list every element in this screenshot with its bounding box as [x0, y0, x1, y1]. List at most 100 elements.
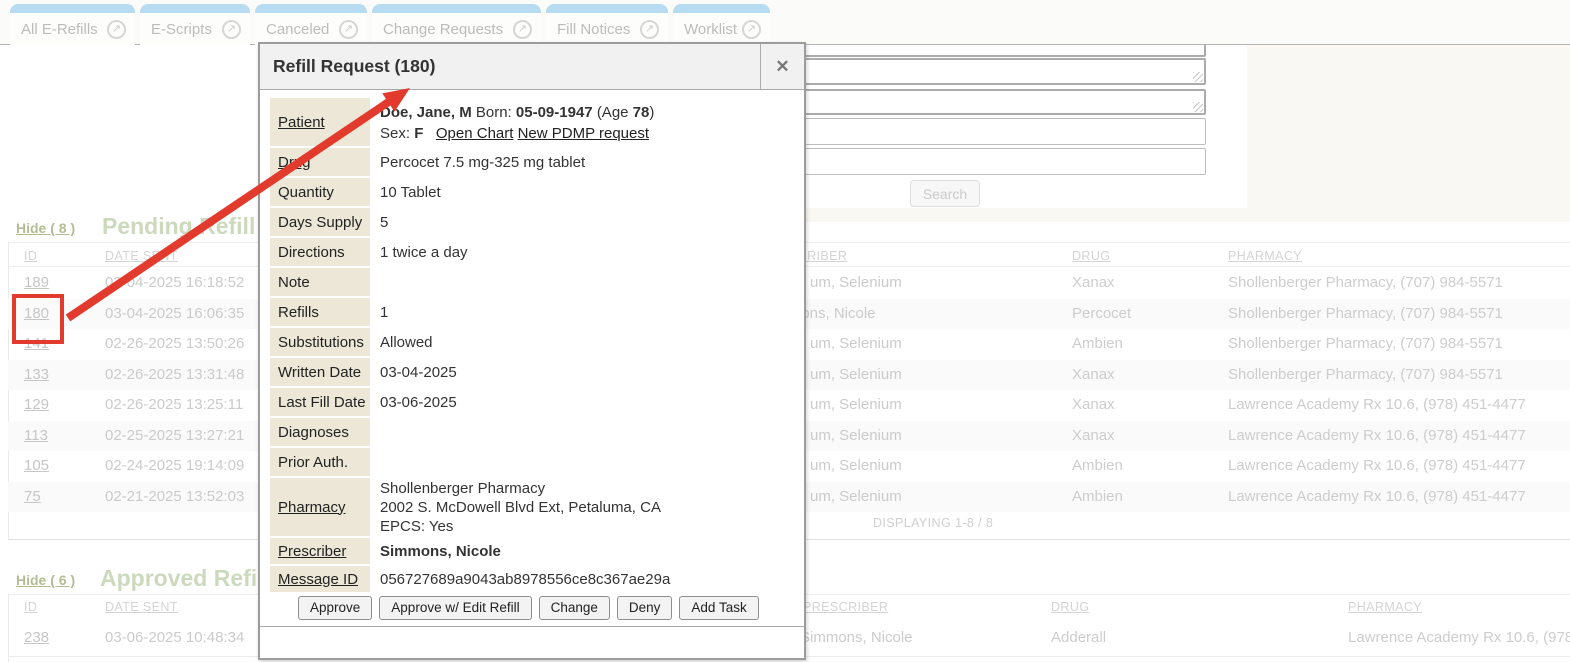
prescriber-cell: um, Selenium: [810, 421, 902, 451]
deny-button[interactable]: Deny: [617, 596, 673, 620]
col-header-id[interactable]: ID: [24, 249, 37, 263]
refill-id-link[interactable]: 189: [24, 268, 49, 298]
drug-cell: Xanax: [1072, 390, 1115, 420]
message-id-label-link[interactable]: Message ID: [270, 566, 370, 592]
open-in-new-icon[interactable]: ↗: [513, 20, 532, 39]
new-pdmp-request-link[interactable]: New PDMP request: [518, 125, 649, 142]
prior-auth-value: [370, 448, 794, 476]
date-sent-cell: 02-25-2025 13:27:21: [105, 421, 244, 451]
prescriber-cell: um, Selenium: [810, 390, 902, 420]
date-sent-cell: 02-26-2025 13:50:26: [105, 329, 244, 359]
drug-cell: Ambien: [1072, 482, 1123, 512]
pharmacy-label-link[interactable]: Pharmacy: [270, 478, 370, 536]
drug-label[interactable]: Drug: [270, 148, 370, 176]
col-header-date-sent[interactable]: DATE SENT: [105, 249, 178, 263]
refill-id-link[interactable]: 129: [24, 390, 49, 420]
modal-body: Patient Doe, Jane, M Born: 05-09-1947 (A…: [260, 90, 804, 626]
prior-auth-label: Prior Auth.: [270, 448, 370, 476]
tab-accent-bar: [10, 4, 135, 13]
refills-value: 1: [370, 298, 794, 326]
refill-id-link[interactable]: 105: [24, 451, 49, 481]
open-in-new-icon[interactable]: ↗: [640, 20, 659, 39]
last-fill-date-row: Last Fill Date03-06-2025: [270, 388, 794, 416]
note-value: [370, 268, 794, 296]
tab-e-scripts[interactable]: E-Scripts↗: [140, 4, 250, 45]
tab-fill-notices[interactable]: Fill Notices↗: [546, 4, 668, 45]
diagnoses-row: Diagnoses: [270, 418, 794, 446]
resize-grip-icon: [1193, 72, 1203, 82]
add-task-button[interactable]: Add Task: [679, 596, 758, 620]
refill-id-link[interactable]: 113: [24, 421, 48, 451]
drug-cell: Ambien: [1072, 329, 1123, 359]
substitutions-row: SubstitutionsAllowed: [270, 328, 794, 356]
change-button[interactable]: Change: [539, 596, 610, 620]
prescriber-cell: Simmons, Nicole: [800, 620, 913, 656]
refills-row: Refills1: [270, 298, 794, 326]
last-fill-date-label: Last Fill Date: [270, 388, 370, 416]
directions-row: Directions1 twice a day: [270, 238, 794, 266]
date-sent-cell: 03-06-2025 10:48:34: [105, 620, 244, 656]
note-row: Note: [270, 268, 794, 296]
col-header-drug[interactable]: DRUG: [1072, 249, 1110, 263]
close-icon[interactable]: ✕: [760, 44, 804, 89]
quantity-label: Quantity: [270, 178, 370, 206]
drug-cell: Xanax: [1072, 268, 1115, 298]
drug-cell: Xanax: [1072, 360, 1115, 390]
modal-action-buttons: Approve Approve w/ Edit Refill Change DenyA…: [298, 596, 794, 620]
written-date-row: Written Date03-04-2025: [270, 358, 794, 386]
pharmacy-cell: Shollenberger Pharmacy, (707) 984-5571: [1228, 299, 1503, 329]
quantity-row: Quantity10 Tablet: [270, 178, 794, 206]
last-fill-date-value: 03-06-2025: [370, 388, 794, 416]
refill-id-link[interactable]: 133: [24, 360, 49, 390]
approve-w-edit-refill-button[interactable]: Approve w/ Edit Refill: [379, 596, 531, 620]
open-in-new-icon[interactable]: ↗: [339, 20, 358, 39]
tab-canceled[interactable]: Canceled↗: [255, 4, 367, 45]
tab-change-requests[interactable]: Change Requests↗: [372, 4, 541, 45]
col-header-pharmacy[interactable]: PHARMACY: [1228, 249, 1302, 263]
hide-approved-link[interactable]: Hide ( 6 ): [16, 572, 75, 588]
substitutions-label: Substitutions: [270, 328, 370, 356]
open-in-new-icon[interactable]: ↗: [742, 20, 761, 39]
refill-id-link[interactable]: 75: [24, 482, 41, 512]
pharmacy-epcs: EPCS: Yes: [380, 517, 794, 536]
refill-id-link[interactable]: 238: [24, 620, 49, 656]
drug-cell: Ambien: [1072, 451, 1123, 481]
date-sent-cell: 03-04-2025 16:18:52: [105, 268, 244, 298]
patient-row: Patient Doe, Jane, M Born: 05-09-1947 (A…: [270, 98, 794, 146]
refill-id-link[interactable]: 141: [24, 329, 49, 359]
col-header-pharmacy[interactable]: PHARMACY: [1348, 600, 1422, 614]
tab-accent-bar: [673, 4, 770, 13]
search-button[interactable]: Search: [910, 180, 980, 207]
date-sent-cell: 03-04-2025 16:06:35: [105, 299, 244, 329]
prescriber-label-link[interactable]: Prescriber: [270, 538, 370, 564]
directions-label: Directions: [270, 238, 370, 266]
refills-label: Refills: [270, 298, 370, 326]
tab-accent-bar: [255, 4, 367, 13]
date-sent-cell: 02-21-2025 13:52:03: [105, 482, 244, 512]
message-id-value: 056727689a9043ab8978556ce8c367ae29a: [370, 566, 794, 592]
date-sent-cell: 02-26-2025 13:31:48: [105, 360, 244, 390]
open-in-new-icon[interactable]: ↗: [222, 20, 241, 39]
col-header-date-sent[interactable]: DATE SENT: [105, 600, 178, 614]
patient-line-2: Sex: F Open Chart New PDMP request: [380, 123, 794, 144]
patient-line-1: Doe, Jane, M Born: 05-09-1947 (Age 78): [380, 102, 794, 123]
open-chart-link[interactable]: Open Chart: [436, 125, 514, 142]
approve-button[interactable]: Approve: [298, 596, 372, 620]
diagnoses-value: [370, 418, 794, 446]
prescriber-cell: um, Selenium: [810, 360, 902, 390]
tab-all-e-refills[interactable]: All E-Refills↗: [10, 4, 135, 45]
pharmacy-cell: Shollenberger Pharmacy, (707) 984-5571: [1228, 329, 1503, 359]
patient-label-link[interactable]: Patient: [270, 98, 370, 146]
tab-worklist[interactable]: Worklist↗: [673, 4, 770, 45]
prescriber-value: Simmons, Nicole: [370, 538, 794, 564]
col-header-prescriber[interactable]: PRESCRIBER: [803, 600, 888, 614]
hide-pending-link[interactable]: Hide ( 8 ): [16, 220, 75, 236]
days-supply-row: Days Supply5: [270, 208, 794, 236]
refill-id-link[interactable]: 180: [24, 299, 49, 329]
modal-title: Refill Request (180): [260, 44, 760, 89]
open-in-new-icon[interactable]: ↗: [107, 20, 126, 39]
col-header-drug[interactable]: DRUG: [1051, 600, 1089, 614]
col-header-id[interactable]: ID: [24, 600, 37, 614]
drug-cell: Adderall: [1051, 620, 1106, 656]
note-label: Note: [270, 268, 370, 296]
